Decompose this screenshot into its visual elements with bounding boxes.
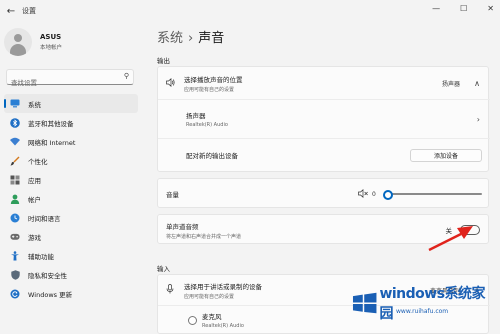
sidebar: ASUS 本地帐户 ⚲ 系统 蓝牙和其他设备 网络和 Internet bbox=[0, 22, 146, 322]
sidebar-item-apps[interactable]: 应用 bbox=[4, 170, 138, 189]
sidebar-item-label: 个性化 bbox=[28, 157, 48, 166]
shield-icon bbox=[10, 269, 20, 280]
sidebar-item-label: 帐户 bbox=[28, 195, 41, 204]
apps-icon bbox=[10, 175, 20, 185]
close-icon[interactable]: ✕ bbox=[487, 4, 494, 13]
choose-output-subtitle: 应用可能有自己的设置 bbox=[184, 86, 235, 93]
sidebar-item-gaming[interactable]: 游戏 bbox=[4, 227, 138, 246]
app-title: 设置 bbox=[22, 7, 36, 15]
sidebar-item-personalization[interactable]: 个性化 bbox=[4, 151, 138, 170]
title-bar: ← 设置 — ☐ ✕ bbox=[0, 0, 500, 22]
output-section-label: 输出 bbox=[157, 57, 170, 65]
user-account-type: 本地帐户 bbox=[40, 45, 63, 51]
speaker-device-driver: Realtek(R) Audio bbox=[186, 122, 228, 128]
speaker-muted-icon[interactable] bbox=[358, 188, 369, 200]
search-box: ⚲ bbox=[6, 69, 134, 90]
volume-label: 音量 bbox=[166, 191, 179, 199]
minimize-icon[interactable]: — bbox=[432, 4, 440, 13]
selected-output-device: 扬声器 bbox=[441, 80, 460, 88]
page-title: 声音 bbox=[198, 31, 225, 46]
sidebar-item-windows-update[interactable]: Windows 更新 bbox=[4, 284, 138, 303]
sidebar-item-privacy[interactable]: 隐私和安全性 bbox=[4, 265, 138, 284]
chevron-up-icon[interactable]: ∧ bbox=[474, 79, 480, 88]
breadcrumb-separator: › bbox=[188, 31, 194, 46]
avatar bbox=[4, 28, 32, 56]
pair-output-row: 配对新的输出设备 添加设备 bbox=[158, 139, 490, 171]
choose-input-title: 选择用于讲话或录制的设备 bbox=[184, 282, 262, 291]
microphone-icon bbox=[166, 284, 174, 296]
watermark-url: www.ruihafu.com bbox=[396, 308, 449, 315]
choose-input-subtitle: 应用可能有自己的设置 bbox=[184, 293, 235, 300]
breadcrumb: 系统 › 声音 bbox=[157, 27, 224, 46]
sidebar-item-label: 时间和语言 bbox=[28, 214, 61, 223]
wifi-icon bbox=[10, 137, 20, 147]
watermark-brand: windows系统家园 bbox=[379, 286, 486, 322]
monitor-icon bbox=[10, 99, 20, 109]
sidebar-item-accounts[interactable]: 帐户 bbox=[4, 189, 138, 208]
speaker-icon bbox=[166, 77, 175, 89]
sidebar-item-label: 游戏 bbox=[28, 233, 41, 242]
add-device-button[interactable]: 添加设备 bbox=[410, 148, 482, 162]
user-name: ASUS bbox=[40, 33, 62, 41]
microphone-device-driver: Realtek(R) Audio bbox=[202, 323, 244, 329]
maximize-icon[interactable]: ☐ bbox=[460, 4, 467, 13]
microphone-radio[interactable] bbox=[188, 316, 197, 325]
choose-output-title: 选择播放声音的位置 bbox=[184, 75, 243, 84]
sidebar-item-label: 蓝牙和其他设备 bbox=[28, 119, 74, 128]
sidebar-item-time-language[interactable]: 时间和语言 bbox=[4, 208, 138, 227]
sidebar-item-label: Windows 更新 bbox=[28, 290, 73, 299]
sidebar-item-bluetooth[interactable]: 蓝牙和其他设备 bbox=[4, 113, 138, 132]
breadcrumb-parent[interactable]: 系统 bbox=[157, 31, 183, 46]
update-icon bbox=[10, 289, 20, 299]
mono-audio-title: 单声道音频 bbox=[166, 222, 199, 231]
volume-slider-track[interactable] bbox=[388, 193, 482, 195]
choose-output-row[interactable]: 选择播放声音的位置 应用可能有自己的设置 扬声器 ∧ bbox=[158, 67, 490, 99]
sidebar-item-label: 网络和 Internet bbox=[28, 138, 76, 147]
globe-clock-icon bbox=[10, 213, 20, 223]
sidebar-item-label: 辅助功能 bbox=[28, 252, 54, 261]
nav-list: 系统 蓝牙和其他设备 网络和 Internet 个性化 应用 帐户 时间和语言 … bbox=[4, 94, 138, 303]
bluetooth-icon bbox=[10, 117, 20, 128]
sidebar-item-label: 应用 bbox=[28, 176, 41, 185]
speaker-device-row[interactable]: 扬声器 Realtek(R) Audio › bbox=[158, 100, 490, 138]
sidebar-item-accessibility[interactable]: 辅助功能 bbox=[4, 246, 138, 265]
sidebar-item-system[interactable]: 系统 bbox=[4, 94, 138, 113]
gamepad-icon bbox=[10, 232, 20, 242]
input-section-label: 输入 bbox=[157, 265, 170, 273]
search-icon[interactable]: ⚲ bbox=[124, 72, 129, 80]
sidebar-item-label: 系统 bbox=[28, 100, 41, 109]
main-content: 系统 › 声音 输出 选择播放声音的位置 应用可能有自己的设置 扬声器 ∧ 扬声器 … bbox=[157, 22, 500, 334]
sidebar-item-label: 隐私和安全性 bbox=[28, 271, 67, 280]
volume-value: 0 bbox=[372, 190, 376, 198]
search-input[interactable] bbox=[7, 76, 111, 90]
windows-logo-icon bbox=[352, 292, 377, 314]
volume-row: 音量 0 bbox=[158, 179, 490, 209]
annotation-arrow bbox=[428, 226, 473, 252]
volume-card: 音量 0 bbox=[157, 178, 489, 208]
speaker-device-name: 扬声器 bbox=[186, 112, 206, 120]
output-device-card: 选择播放声音的位置 应用可能有自己的设置 扬声器 ∧ 扬声器 Realtek(R… bbox=[157, 66, 490, 172]
mono-audio-subtitle: 将左声道和右声道合并成一个声道 bbox=[166, 233, 242, 240]
pair-output-label: 配对新的输出设备 bbox=[186, 152, 238, 160]
sidebar-item-network[interactable]: 网络和 Internet bbox=[4, 132, 138, 151]
window-controls: — ☐ ✕ bbox=[432, 4, 494, 13]
person-icon bbox=[10, 194, 20, 204]
chevron-right-icon[interactable]: › bbox=[477, 115, 480, 124]
microphone-device-name: 麦克风 bbox=[202, 313, 222, 321]
brush-icon bbox=[10, 156, 20, 166]
accessibility-icon bbox=[10, 250, 20, 261]
watermark: windows系统家园 www.ruihafu.com bbox=[352, 286, 496, 322]
volume-slider-thumb[interactable] bbox=[383, 190, 393, 200]
back-arrow-icon[interactable]: ← bbox=[2, 6, 20, 17]
user-profile[interactable]: ASUS 本地帐户 bbox=[4, 28, 62, 56]
